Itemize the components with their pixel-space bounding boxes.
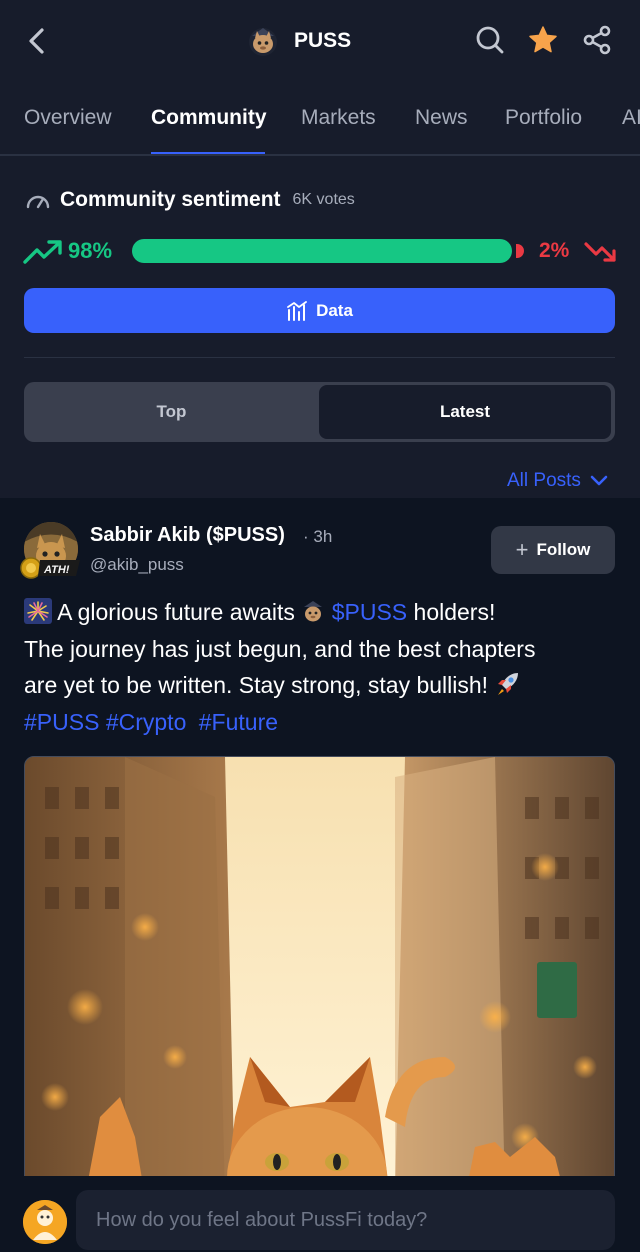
hashtag-puss[interactable]: #PUSS	[24, 709, 99, 735]
user-avatar[interactable]	[23, 1200, 67, 1244]
sentiment-bar-row: 98% 2%	[22, 234, 618, 270]
sentiment-title: Community sentiment	[60, 188, 281, 211]
coin-title: PUSS	[246, 22, 351, 60]
all-posts-label: All Posts	[507, 470, 581, 491]
tab-markets[interactable]: Markets	[301, 106, 376, 130]
sort-latest[interactable]: Latest	[319, 385, 611, 439]
star-icon[interactable]	[527, 24, 559, 56]
bullish-bar	[132, 239, 512, 263]
tab-community[interactable]: Community	[151, 106, 267, 130]
sentiment-bar	[132, 239, 538, 263]
header: PUSS	[0, 0, 640, 82]
trend-up-icon	[23, 240, 62, 264]
page-title: PUSS	[294, 29, 352, 52]
author-handle[interactable]: @akib_puss	[90, 555, 184, 575]
post-line-2: The journey has just begun, and the best…	[24, 635, 536, 662]
post-time: · 3h	[303, 527, 333, 546]
follow-label: Follow	[536, 540, 591, 559]
tab-bar: Overview Community Markets News Portfoli…	[0, 96, 640, 156]
puss-coin-icon	[304, 601, 323, 622]
gauge-icon	[26, 195, 50, 209]
data-button-label: Data	[316, 300, 353, 320]
bearish-bar	[516, 244, 524, 258]
coin-community-page: PUSS Overview Community Markets News Por…	[0, 0, 640, 1252]
sentiment-header: Community sentiment 6K votes	[24, 188, 355, 212]
chart-icon	[287, 300, 307, 321]
sort-top[interactable]: Top	[24, 382, 319, 442]
coin-logo	[246, 24, 280, 58]
hashtag-future[interactable]: #Future	[199, 709, 278, 735]
trend-down-icon	[584, 242, 616, 262]
author-name[interactable]: Sabbir Akib ($PUSS)	[90, 524, 285, 547]
tab-portfolio[interactable]: Portfolio	[505, 106, 582, 130]
post-sort-toggle: Top Latest	[24, 382, 615, 442]
post-text-part-3: are yet to be written. Stay strong, stay…	[24, 672, 489, 698]
cashtag-link[interactable]: $PUSS	[332, 599, 407, 625]
rocket-icon	[498, 673, 519, 695]
bullish-percent: 98%	[68, 238, 113, 263]
sentiment-votes: 6K votes	[292, 191, 355, 208]
post-text-part-2: holders!	[413, 599, 496, 625]
all-posts-filter[interactable]: All Posts	[507, 470, 609, 492]
divider	[24, 357, 615, 358]
fireworks-icon	[24, 598, 52, 624]
hashtag-crypto[interactable]: #Crypto	[106, 709, 187, 735]
svg-text:ATH!: ATH!	[43, 564, 70, 576]
active-tab-indicator	[151, 152, 265, 154]
ath-badge: ATH!	[20, 557, 80, 579]
bearish-percent: 2%	[539, 239, 570, 262]
tab-overview[interactable]: Overview	[24, 106, 112, 130]
search-icon[interactable]	[474, 24, 506, 56]
post-text: A glorious future awaits $PUSS holders! …	[24, 594, 624, 740]
post-text-part-1: A glorious future awaits	[57, 599, 295, 625]
post-line-4: #PUSS #Crypto #Future	[24, 704, 624, 741]
follow-button[interactable]: + Follow	[491, 526, 615, 574]
data-button[interactable]: Data	[24, 288, 615, 333]
post-line-3: are yet to be written. Stay strong, stay…	[24, 667, 624, 704]
share-icon[interactable]	[582, 24, 614, 56]
tab-news[interactable]: News	[415, 106, 468, 130]
tab-ai[interactable]: AI	[622, 106, 640, 130]
plus-icon: +	[515, 537, 529, 562]
post-image[interactable]	[24, 756, 615, 1196]
post-composer-input[interactable]	[76, 1190, 615, 1250]
post-line-1: A glorious future awaits $PUSS holders!	[24, 594, 624, 631]
chevron-down-icon	[590, 475, 608, 486]
back-icon[interactable]	[22, 24, 52, 58]
